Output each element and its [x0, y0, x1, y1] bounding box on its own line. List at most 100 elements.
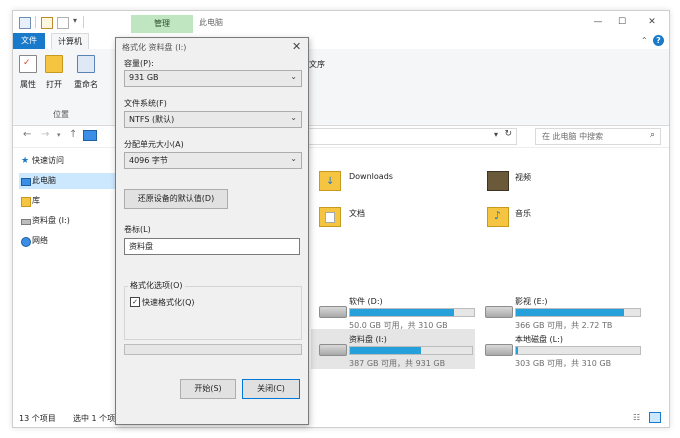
hard-drive-icon [485, 344, 513, 356]
checkmark-icon: ✓ [132, 298, 138, 306]
large-icons-view-icon[interactable] [649, 412, 661, 423]
close-icon[interactable]: ✕ [645, 15, 659, 29]
nav-item-quick-access[interactable]: ★ 快速访问 [19, 153, 116, 169]
drive-usage-fill [350, 347, 421, 354]
drive-name: 资料盘 (I:) [349, 335, 387, 344]
help-icon[interactable]: ? [653, 35, 664, 46]
downloads-folder-icon: ↓ [319, 171, 341, 191]
back-icon[interactable]: ← [23, 129, 31, 140]
folder-music[interactable]: ♪ 音乐 [485, 205, 645, 231]
start-button[interactable]: 开始(S) [180, 379, 236, 399]
explorer-window: ▾ 管理 此电脑 — ☐ ✕ 文件 计算机 ⌃ ? ✓ 属性 打开 重命名 位置… [12, 10, 670, 428]
filesystem-value: NTFS (默认) [129, 115, 175, 124]
nav-item-this-pc[interactable]: 此电脑 [19, 173, 116, 189]
format-progress-bar [124, 344, 302, 355]
open-button[interactable]: 打开 [41, 53, 67, 90]
dialog-title: 格式化 资料盘 (I:) [122, 43, 187, 52]
drive-e[interactable]: 影视 (E:) 366 GB 可用，共 2.72 TB [481, 293, 643, 330]
drive-usage-bar [349, 308, 475, 317]
dialog-close-icon[interactable]: ✕ [292, 40, 301, 53]
allocation-unit-label: 分配单元大小(A) [124, 140, 184, 149]
rename-button[interactable]: 重命名 [69, 53, 103, 90]
filesystem-select[interactable]: NTFS (默认) ⌄ [124, 111, 302, 128]
drive-i-selected[interactable]: 资料盘 (I:) 387 GB 可用，共 931 GB [311, 329, 475, 369]
refresh-icon[interactable]: ↻ [504, 129, 512, 139]
recent-locations-icon[interactable]: ▾ [57, 131, 61, 139]
close-button[interactable]: 关闭(C) [242, 379, 300, 399]
up-icon[interactable]: ↑ [69, 129, 77, 140]
filesystem-label: 文件系统(F) [124, 99, 167, 108]
ribbon-tabs: 文件 计算机 ⌃ ? [13, 33, 669, 50]
search-icon: ⌕ [649, 130, 655, 140]
drive-name: 影视 (E:) [515, 297, 548, 306]
hard-drive-icon [319, 306, 347, 318]
divider [35, 16, 36, 28]
folder-videos[interactable]: 视频 [485, 169, 645, 195]
search-input[interactable]: 在 此电脑 中搜索 ⌕ [535, 128, 661, 145]
folder-downloads[interactable]: ↓ Downloads [319, 169, 479, 195]
allocation-unit-select[interactable]: 4096 字节 ⌄ [124, 152, 302, 169]
manage-context-tab[interactable]: 管理 [131, 15, 193, 33]
format-options-group [124, 286, 302, 340]
item-count: 13 个项目 [19, 414, 56, 423]
tab-file[interactable]: 文件 [13, 33, 45, 49]
allocation-unit-value: 4096 字节 [129, 156, 168, 165]
hard-drive-icon [485, 306, 513, 318]
drive-l[interactable]: 本地磁盘 (L:) 303 GB 可用，共 310 GB [481, 331, 643, 368]
star-icon: ★ [21, 156, 30, 166]
computer-icon[interactable] [19, 17, 31, 29]
volume-label-input[interactable]: 资料盘 [124, 238, 300, 255]
nav-label: 资料盘 (I:) [32, 216, 70, 225]
capacity-label: 容量(P): [124, 59, 154, 68]
library-icon [21, 197, 31, 207]
pc-icon [83, 130, 97, 141]
quick-format-label: 快速格式化(Q) [142, 298, 195, 307]
location-group-label: 位置 [53, 110, 69, 119]
nav-item-drive-i[interactable]: 资料盘 (I:) [19, 213, 116, 229]
quick-format-checkbox[interactable]: ✓ [130, 297, 140, 307]
nav-item-network[interactable]: 网络 [19, 233, 116, 249]
properties-button[interactable]: ✓ 属性 [15, 53, 41, 90]
volume-label-value: 资料盘 [129, 242, 153, 251]
chevron-down-icon: ⌄ [290, 154, 297, 163]
volume-label-label: 卷标(L) [124, 225, 151, 234]
forward-icon[interactable]: → [41, 129, 49, 140]
chevron-down-icon: ⌄ [290, 72, 297, 81]
folder-documents[interactable]: 文档 [319, 205, 479, 231]
status-bar: 13 个项目 选中 1 个项目 ☷ [13, 409, 669, 426]
drive-d[interactable]: 软件 (D:) 50.0 GB 可用，共 310 GB [315, 293, 477, 330]
address-row: ← → ▾ ↑ ▾ ↻ 在 此电脑 中搜索 ⌕ [13, 125, 669, 148]
open-label: 打开 [46, 80, 62, 89]
minimize-icon[interactable]: — [591, 15, 605, 29]
nav-item-libraries[interactable]: 库 [19, 193, 116, 209]
format-dialog: 格式化 资料盘 (I:) ✕ 容量(P): 931 GB ⌄ 文件系统(F) NT… [115, 37, 309, 425]
drive-icon [21, 219, 31, 225]
new-file-icon[interactable] [57, 17, 69, 29]
capacity-value: 931 GB [129, 73, 159, 82]
nav-label: 快速访问 [32, 156, 64, 165]
documents-folder-icon [319, 207, 341, 227]
qat-dropdown-icon[interactable]: ▾ [73, 16, 77, 25]
restore-defaults-button[interactable]: 还原设备的默认值(D) [124, 189, 228, 209]
details-view-icon[interactable]: ☷ [633, 413, 640, 422]
capacity-select[interactable]: 931 GB ⌄ [124, 70, 302, 87]
nav-label: 此电脑 [32, 176, 56, 185]
drive-info: 366 GB 可用，共 2.72 TB [515, 321, 613, 330]
properties-icon[interactable] [41, 17, 53, 29]
folder-label: 文档 [349, 209, 365, 218]
tab-computer[interactable]: 计算机 [51, 33, 89, 50]
address-bar[interactable]: ▾ ↻ [305, 128, 517, 145]
search-placeholder: 在 此电脑 中搜索 [542, 132, 604, 141]
nav-label: 网络 [32, 236, 48, 245]
hard-drive-icon [319, 344, 347, 356]
collapse-ribbon-icon[interactable]: ⌃ [641, 36, 648, 45]
rename-icon [77, 55, 95, 73]
drive-usage-bar [515, 308, 641, 317]
maximize-icon[interactable]: ☐ [615, 15, 629, 29]
folder-label: Downloads [349, 172, 393, 181]
manage-tab-label: 管理 [154, 19, 170, 28]
checklist-icon: ✓ [19, 55, 37, 73]
open-folder-icon [45, 55, 63, 73]
address-dropdown-icon[interactable]: ▾ [494, 130, 498, 139]
drive-usage-fill [516, 347, 519, 354]
